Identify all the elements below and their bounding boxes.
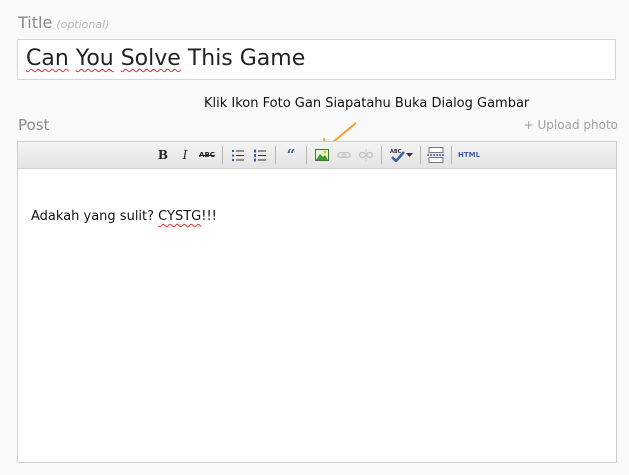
- edit-html-button[interactable]: HTML: [457, 145, 481, 165]
- title-input[interactable]: Can You Solve This Game: [17, 39, 616, 80]
- page-break-icon: [427, 147, 445, 163]
- spellcheck-icon: ABC: [390, 149, 405, 162]
- title-rest: This Game: [180, 46, 306, 71]
- post-label: Post: [18, 116, 50, 134]
- toolbar-divider: [381, 146, 382, 164]
- bullet-list-icon: [232, 149, 244, 161]
- content-misspelled-word: CYSTG: [158, 209, 202, 224]
- toolbar-divider: [451, 146, 452, 164]
- unlink-button[interactable]: [356, 145, 376, 165]
- title-word-2: You: [75, 46, 114, 71]
- editor-content[interactable]: Adakah yang sulit? CYSTG!!!: [18, 169, 616, 224]
- image-icon: [315, 149, 329, 161]
- spellcheck-button[interactable]: ABC: [387, 145, 415, 165]
- title-space-1: [69, 46, 76, 71]
- bold-button[interactable]: B: [153, 145, 173, 165]
- toolbar-divider: [222, 146, 223, 164]
- upload-photo-link[interactable]: + Upload photo: [524, 118, 618, 132]
- insert-image-button[interactable]: [312, 145, 332, 165]
- editor-toolbar: B I ABC “ ABC HTML: [18, 142, 616, 169]
- title-label: Title (optional): [18, 13, 109, 32]
- unlink-icon: [359, 149, 373, 161]
- italic-button[interactable]: I: [175, 145, 195, 165]
- image-icon-annotation: Klik Ikon Foto Gan Siapatahu Buka Dialog…: [204, 96, 530, 111]
- title-label-text: Title: [18, 13, 53, 32]
- jump-break-button[interactable]: [426, 145, 446, 165]
- toolbar-divider: [306, 146, 307, 164]
- link-icon: [337, 151, 351, 159]
- link-button[interactable]: [334, 145, 354, 165]
- numbered-list-icon: [254, 149, 266, 161]
- strikethrough-button[interactable]: ABC: [197, 145, 217, 165]
- toolbar-divider: [420, 146, 421, 164]
- optional-hint: (optional): [56, 18, 110, 31]
- content-text: Adakah yang sulit?: [31, 209, 159, 224]
- numbered-list-button[interactable]: [250, 145, 270, 165]
- svg-text:ABC: ABC: [390, 149, 402, 155]
- post-editor: B I ABC “ ABC HTML Adakah yang sulit? CY…: [17, 141, 617, 463]
- blockquote-button[interactable]: “: [281, 145, 301, 165]
- title-word-3: Solve: [120, 46, 181, 71]
- toolbar-divider: [275, 146, 276, 164]
- title-word-1: Can: [26, 46, 69, 71]
- chevron-down-icon: [405, 152, 413, 157]
- content-text-end: !!!: [201, 209, 217, 224]
- title-space-2: [114, 46, 121, 71]
- bullet-list-button[interactable]: [228, 145, 248, 165]
